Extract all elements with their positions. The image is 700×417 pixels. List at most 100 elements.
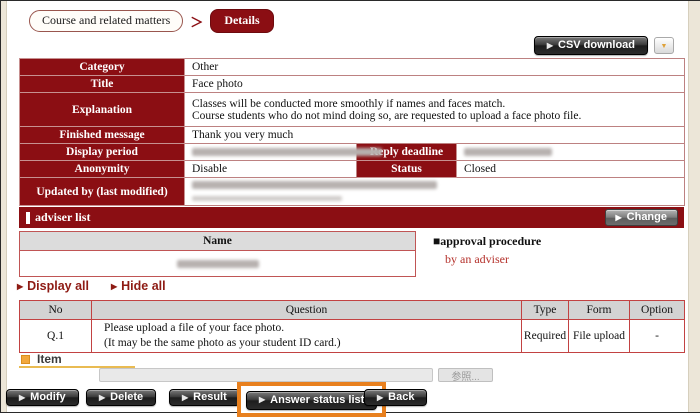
hide-all-label: Hide all [121,279,165,293]
question-number: Q.1 [20,320,92,353]
back-button-label: Back [388,391,414,403]
csv-download-button[interactable]: ▶ CSV download [534,36,648,55]
answer-status-list-button[interactable]: ▶ Answer status list [246,391,377,410]
page-margin-right [688,1,700,412]
arrow-icon: ▶ [377,393,383,402]
delete-button-label: Delete [110,391,143,403]
back-button[interactable]: ▶ Back [364,389,427,406]
question-line: (It may be the same photo as your studen… [104,336,521,351]
explanation-line: Classes will be conducted more smoothly … [192,98,677,110]
delete-button[interactable]: ▶ Delete [86,389,156,406]
arrow-icon: ▶ [19,393,25,402]
redacted-value [192,196,342,201]
column-header-form: Form [569,301,630,320]
csv-dropdown-button[interactable]: ▼ [654,37,674,54]
browse-button[interactable]: 参照... [438,368,493,382]
table-row: Finished message Thank you very much [20,127,685,144]
row-label: Display period [20,144,185,161]
hide-all-link[interactable]: ▶ Hide all [111,279,166,293]
breadcrumb-current-details[interactable]: Details [210,9,273,33]
arrow-icon: ▶ [111,282,117,291]
status-value: Closed [457,161,685,178]
name-column-header: Name [20,232,416,251]
breadcrumb-parent[interactable]: Course and related matters [29,10,183,32]
result-button-label: Result [193,391,227,403]
table-header-row: No Question Type Form Option [20,301,685,320]
explanation-value: Classes will be conducted more smoothly … [185,93,685,127]
adviser-list-header: adviser list ▶ Change [19,207,684,228]
page-margin-left [1,1,7,412]
column-header-no: No [20,301,92,320]
column-header-option: Option [630,301,685,320]
approval-procedure-value: by an adviser [445,252,541,267]
redacted-value [192,181,437,189]
adviser-list-label: adviser list [35,210,90,225]
column-header-question: Question [92,301,522,320]
arrow-icon: ▶ [259,395,265,404]
approval-procedure-title: ■approval procedure [433,234,541,249]
arrow-icon: ▶ [182,393,188,402]
table-row: Category Other [20,59,685,76]
table-row: Explanation Classes will be conducted mo… [20,93,685,127]
table-row: Anonymity Disable Status Closed [20,161,685,178]
display-all-link[interactable]: ▶ Display all [17,279,89,293]
table-row: Title Face photo [20,76,685,93]
row-label: Category [20,59,185,76]
explanation-line: Course students who do not mind doing so… [192,110,677,122]
change-button-label: Change [627,211,667,223]
page: { "icons": { "arrow": "▶", "dropdown": "… [0,0,700,413]
item-label: Item [37,352,62,366]
breadcrumb-separator-icon: ＞ [190,12,203,31]
breadcrumb: Course and related matters ＞ Details [29,9,274,33]
arrow-icon: ▶ [616,213,622,222]
table-row: Q.1 Please upload a file of your face ph… [20,320,685,353]
arrow-icon: ▶ [17,282,23,291]
csv-toolbar: ▶ CSV download ▼ [534,36,674,55]
change-button[interactable]: ▶ Change [605,209,679,226]
display-all-label: Display all [27,279,89,293]
anonymity-value: Disable [185,161,357,178]
section-bar-icon [26,212,30,224]
approval-procedure-label: approval procedure [440,234,541,248]
redacted-value [464,148,552,156]
result-button[interactable]: ▶ Result [169,389,240,406]
details-table: Category Other Title Face photo Explanat… [19,58,685,206]
category-value: Other [185,59,685,76]
item-section-header: Item [21,352,62,366]
modify-button[interactable]: ▶ Modify [6,389,79,406]
file-path-input[interactable] [99,368,433,382]
browse-button-label: 参照... [451,368,479,383]
row-label: Updated by (last modified) [20,178,185,206]
modify-button-label: Modify [30,391,65,403]
answer-status-list-label: Answer status list [270,394,364,406]
row-label: Title [20,76,185,93]
arrow-icon: ▶ [547,41,553,50]
question-form: File upload [569,320,630,353]
display-period-value [185,144,357,161]
adviser-list-title: adviser list [26,210,90,225]
item-square-icon [21,355,30,364]
redacted-value [192,148,382,156]
question-type: Required [522,320,569,353]
arrow-icon: ▶ [99,393,105,402]
row-label: Finished message [20,127,185,144]
adviser-name-cell [20,251,416,277]
table-row: Updated by (last modified) [20,178,685,206]
question-line: Please upload a file of your face photo. [104,321,521,336]
chevron-down-icon: ▼ [661,42,668,50]
row-label: Status [357,161,457,178]
row-label: Anonymity [20,161,185,178]
table-header-row: Name [20,232,416,251]
approval-procedure: ■approval procedure by an adviser [433,234,541,267]
adviser-name-table: Name [19,231,416,277]
reply-deadline-value [457,144,685,161]
question-option: - [630,320,685,353]
finished-message-value: Thank you very much [185,127,685,144]
question-table: No Question Type Form Option Q.1 Please … [19,300,685,353]
row-label: Explanation [20,93,185,127]
table-row [20,251,416,277]
title-value: Face photo [185,76,685,93]
redacted-value [177,260,259,268]
table-row: Display period Reply deadline [20,144,685,161]
toggle-links: ▶ Display all ▶ Hide all [17,279,166,293]
